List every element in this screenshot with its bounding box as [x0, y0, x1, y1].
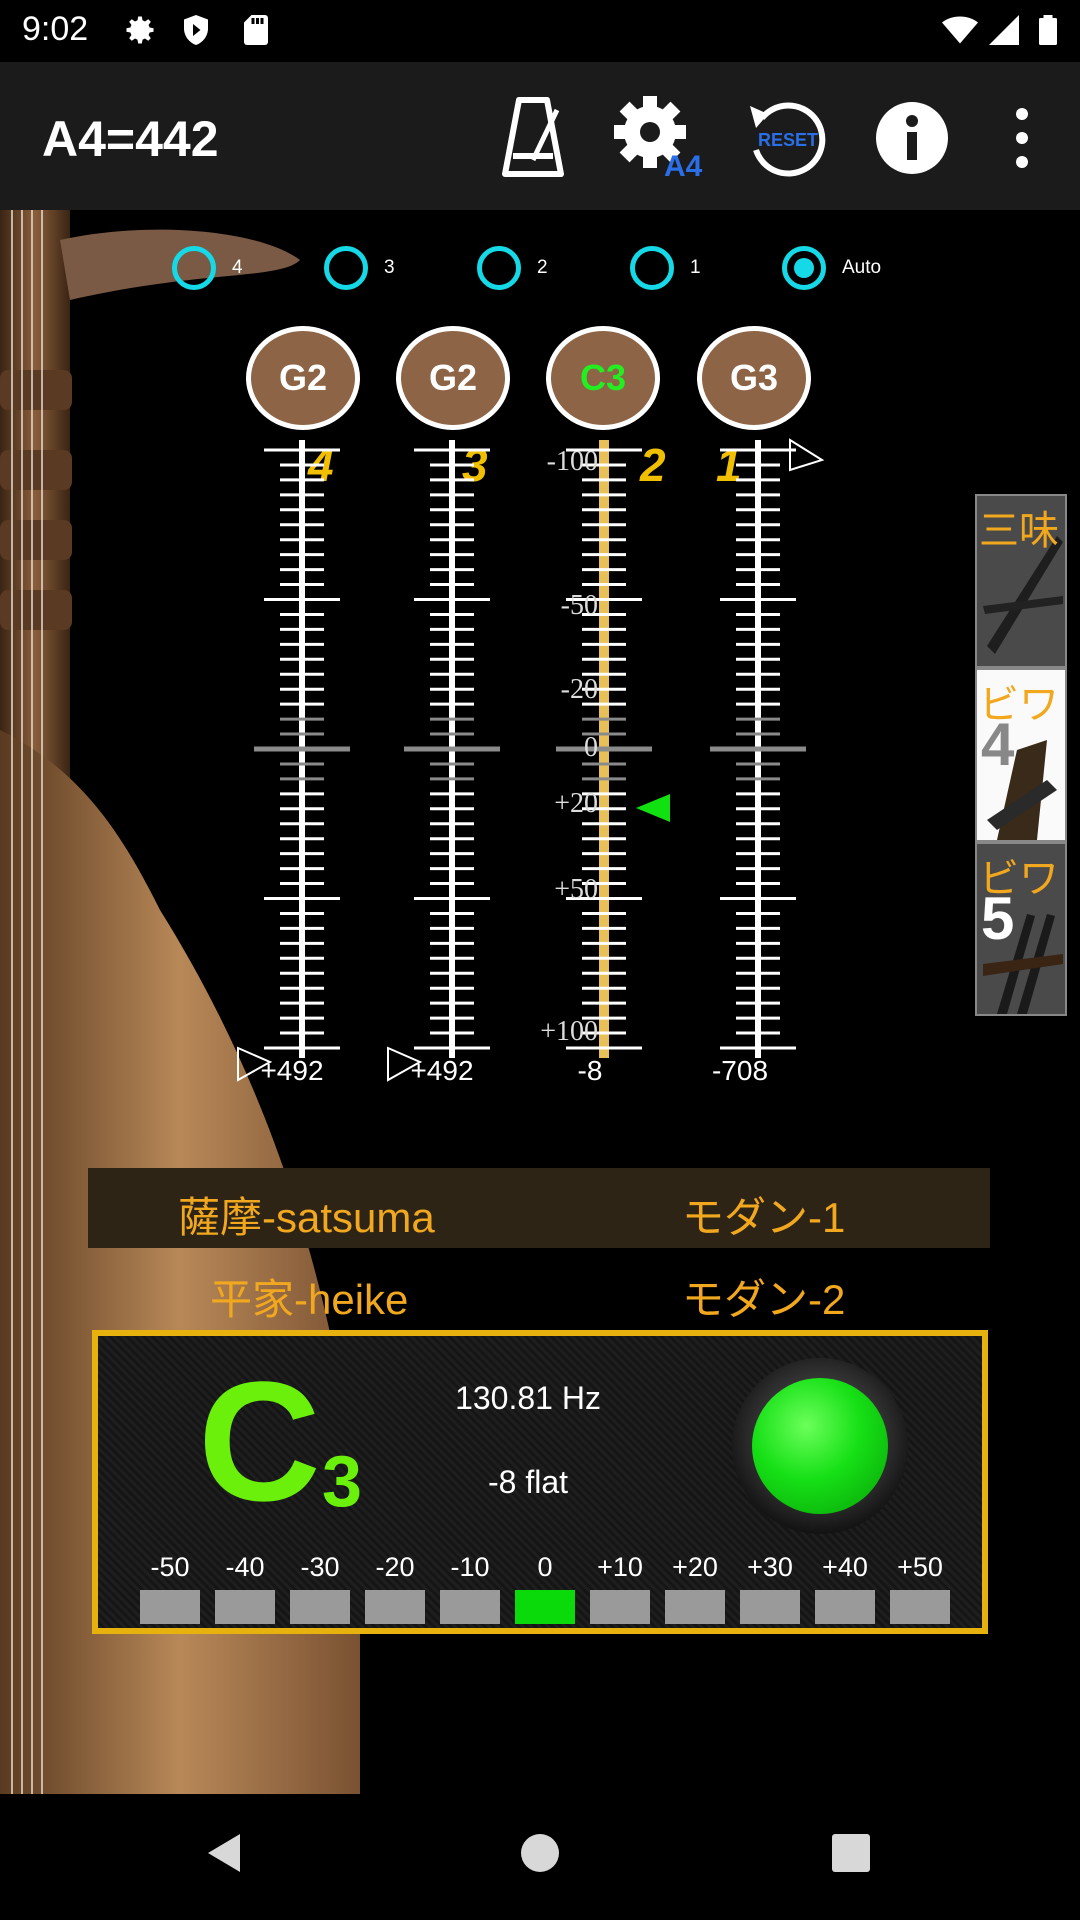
- sd-card-icon: [244, 15, 268, 45]
- frequency-readout: 130.81 Hz: [455, 1380, 601, 1416]
- meter-label: 0: [537, 1552, 553, 1582]
- meter-segment: [140, 1590, 200, 1624]
- meter-label: -50: [150, 1552, 190, 1582]
- meter-label: +30: [747, 1552, 793, 1582]
- navigation-bar: [0, 1794, 1080, 1920]
- meter-segment: [515, 1590, 575, 1624]
- scale-label: +50: [554, 874, 598, 905]
- shield-icon: [184, 15, 208, 45]
- scale-label: 0: [584, 732, 598, 763]
- mode-modern-2[interactable]: モダン-2: [682, 1266, 845, 1327]
- reset-icon: RESET: [750, 102, 826, 177]
- meter-label: +10: [597, 1552, 643, 1582]
- status-time: 9:02: [22, 10, 89, 48]
- meter-label: -10: [450, 1552, 490, 1582]
- overflow-menu-icon: [1016, 108, 1028, 168]
- meter-label: -30: [300, 1552, 340, 1582]
- settings-icon: [126, 16, 154, 44]
- instrument-digit: 5: [981, 885, 1015, 952]
- meter-segment: [290, 1590, 350, 1624]
- page-title: A4=442: [42, 111, 219, 167]
- string-3-deviation: +492: [410, 1055, 474, 1086]
- svg-text:A4: A4: [664, 150, 703, 183]
- back-icon[interactable]: [200, 1828, 250, 1878]
- in-tune-lamp: [732, 1358, 908, 1534]
- wifi-icon: [942, 16, 978, 44]
- home-icon[interactable]: [515, 1828, 565, 1878]
- pitch-indicator-icon: [636, 794, 670, 822]
- scale-label: -50: [560, 590, 598, 621]
- instrument-shamisen-button[interactable]: 三味: [975, 494, 1067, 668]
- overflow-menu-button[interactable]: [974, 90, 1070, 186]
- svg-text:RESET: RESET: [758, 130, 818, 150]
- meter-segment: [590, 1590, 650, 1624]
- scale-label: +100: [540, 1016, 598, 1047]
- meter-label: +50: [897, 1552, 943, 1582]
- string-2-deviation: -8: [577, 1055, 603, 1086]
- reset-button[interactable]: RESET: [738, 90, 834, 186]
- instrument-label: 三味: [979, 509, 1059, 553]
- cents-readout: -8 flat: [487, 1464, 569, 1500]
- meter-segment: [740, 1590, 800, 1624]
- battery-icon: [1039, 15, 1057, 45]
- tuning-readout-panel: C 3 130.81 Hz -8 flat -50 -40 -30 -20 -10 0 +1…: [92, 1330, 988, 1634]
- string-4-deviation: +492: [260, 1055, 324, 1086]
- meter-segment: [440, 1590, 500, 1624]
- meter-label: +40: [822, 1552, 868, 1582]
- meter-label: -20: [375, 1552, 415, 1582]
- meter-segment: [365, 1590, 425, 1624]
- string-1-deviation: -708: [711, 1055, 769, 1086]
- mode-satsuma[interactable]: 薩摩-satsuma: [178, 1184, 435, 1245]
- a4-settings-button[interactable]: A4: [612, 90, 708, 186]
- meter-segment: [665, 1590, 725, 1624]
- instrument-digit: 4: [981, 711, 1015, 778]
- detected-note: C: [198, 1347, 321, 1537]
- info-button[interactable]: [864, 90, 960, 186]
- scale-label: -20: [560, 674, 598, 705]
- mode-heike[interactable]: 平家-heike: [210, 1266, 408, 1327]
- a4-settings-icon: A4: [614, 96, 703, 183]
- offscale-arrow-icon: [789, 438, 825, 472]
- metronome-icon: [502, 97, 564, 177]
- recents-icon[interactable]: [826, 1828, 876, 1878]
- signal-icon: [989, 15, 1019, 45]
- meter-segment: [215, 1590, 275, 1624]
- instrument-biwa5-button[interactable]: ビワ 5: [975, 842, 1067, 1016]
- meter-segment: [815, 1590, 875, 1624]
- meter-label: -40: [225, 1552, 265, 1582]
- status-bar: 9:02: [0, 0, 1080, 62]
- app-bar: A4=442 A4 RESET: [0, 62, 1080, 210]
- instrument-biwa4-button[interactable]: ビワ 4: [975, 668, 1067, 842]
- meter-label: +20: [672, 1552, 718, 1582]
- mode-modern-1[interactable]: モダン-1: [682, 1184, 845, 1245]
- meter-segment: [890, 1590, 950, 1624]
- scale-label: -100: [546, 446, 598, 477]
- lamp-light: [752, 1378, 888, 1514]
- metronome-button[interactable]: [485, 90, 581, 186]
- info-icon: [876, 102, 948, 174]
- scale-label: +20: [554, 788, 598, 819]
- tuning-scales: [237, 438, 825, 1082]
- detected-octave: 3: [322, 1442, 363, 1522]
